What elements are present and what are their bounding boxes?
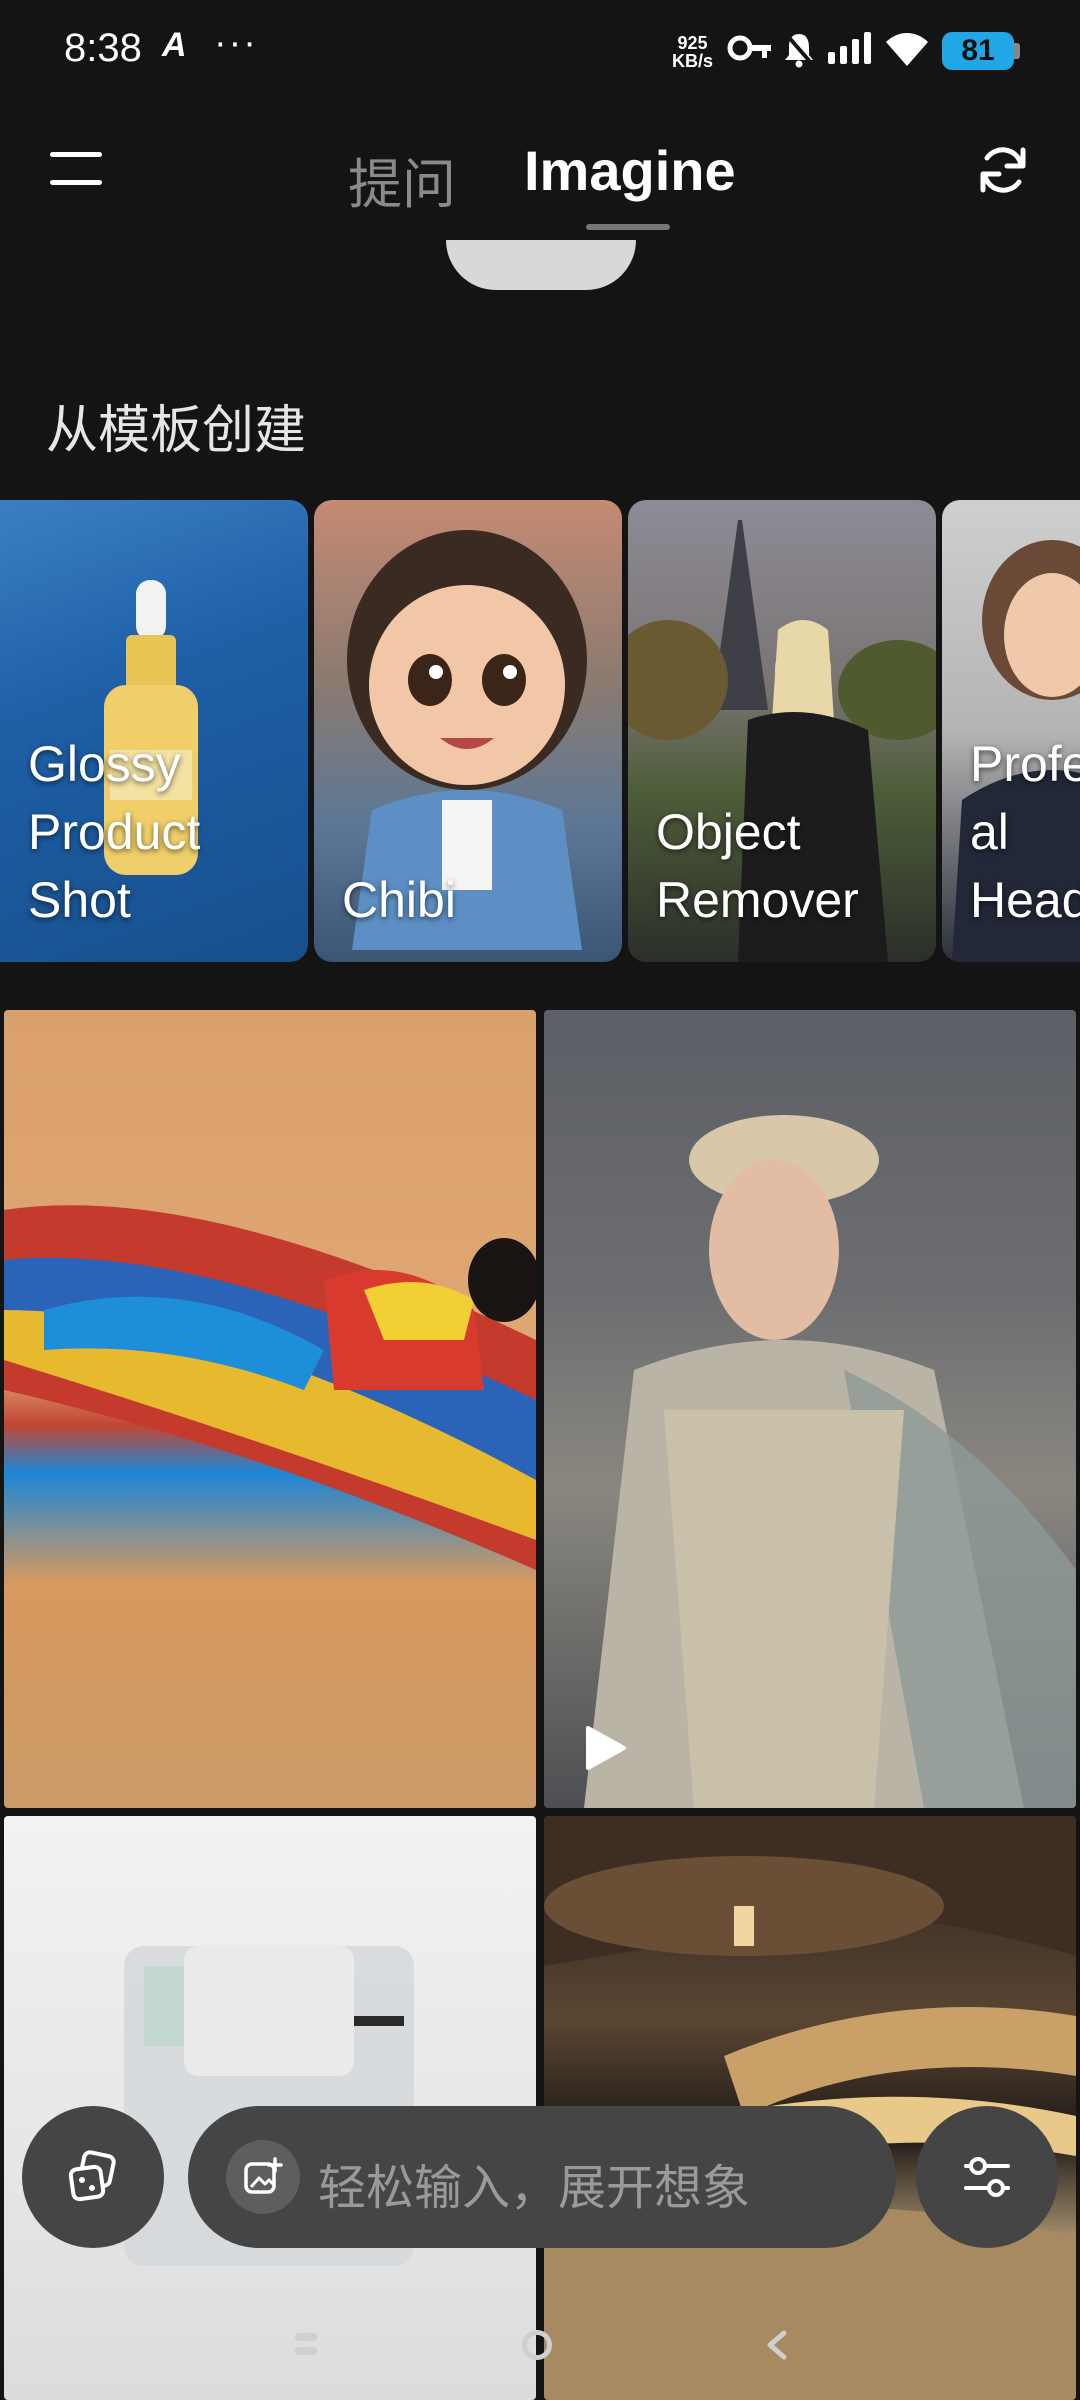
app-notification-icon: A [162,26,187,64]
add-image-button[interactable] [226,2140,300,2214]
home-icon[interactable] [522,2330,552,2360]
mute-bell-icon [784,32,814,68]
tab-ask[interactable]: 提问 [348,140,456,219]
prompt-input-bar[interactable]: 轻松输入，展开想象 [188,2106,896,2248]
template-card-object-remover[interactable]: Object Remover [628,500,936,962]
prompt-placeholder[interactable]: 轻松输入，展开想象 [318,2148,750,2218]
menu-icon[interactable] [50,150,102,188]
more-notifications-icon: ··· [214,22,258,64]
active-tab-indicator [586,224,670,230]
template-card-glossy-product-shot[interactable]: Glossy Product Shot [0,500,308,962]
play-icon[interactable] [584,1724,628,1772]
top-app-bar: 提问 Imagine [0,100,1080,260]
system-nav-bar [0,2300,1080,2400]
back-icon[interactable] [764,2330,788,2360]
network-speed-unit: KB/s [672,51,714,71]
tab-imagine[interactable]: Imagine [524,138,736,203]
gallery-video-fashion-portrait[interactable] [544,1010,1076,1808]
template-label: Object Remover [656,804,859,928]
recents-icon[interactable] [294,2330,318,2360]
template-carousel[interactable]: Glossy Product Shot Chibi Object Remover… [0,500,1080,962]
status-bar: 8:38 A ··· 925 KB/s 81 [0,0,1080,100]
template-card-chibi[interactable]: Chibi [314,500,622,962]
desert-blanket-illustration [4,1205,536,1570]
signal-icon [828,32,871,64]
gallery-button[interactable] [22,2106,164,2248]
template-label: Glossy Product Shot [28,736,201,928]
wifi-icon [886,33,928,66]
refresh-icon[interactable] [975,142,1031,198]
section-title: 从模板创建 [46,402,307,460]
status-time: 8:38 [64,26,142,70]
sliders-icon [964,2157,1010,2197]
template-label: Chibi [342,872,456,928]
add-image-icon [244,2157,283,2194]
gallery-image-desert-blanket[interactable] [4,1010,536,1808]
settings-button[interactable] [916,2106,1058,2248]
template-label: Profe al Head [970,736,1080,928]
network-speed-value: 925 [677,33,708,53]
template-card-professional-headshot[interactable]: Profe al Head [942,500,1080,962]
gallery-stack-icon [68,2150,116,2202]
battery-level: 81 [942,32,1014,70]
key-icon [727,35,771,61]
network-speed: 925 KB/s [672,34,713,70]
battery-terminal [1014,43,1020,59]
scrolled-content-peek [446,240,636,290]
fashion-portrait-illustration [584,1115,1076,1808]
